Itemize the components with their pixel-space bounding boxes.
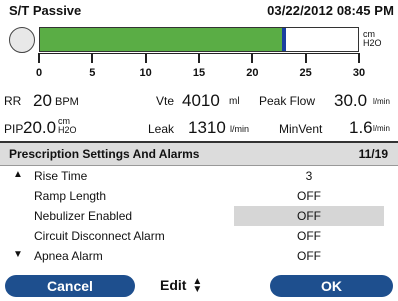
pressure-bar-fill	[40, 28, 284, 51]
ok-button[interactable]: OK	[270, 275, 393, 297]
min-vent-label: MinVent	[279, 122, 323, 136]
min-vent-unit: l/min	[373, 124, 390, 133]
scale-tick	[198, 53, 200, 63]
list-item-ramp-length[interactable]: Ramp Length OFF	[0, 186, 398, 206]
rr-value: 20	[33, 91, 52, 110]
setting-value: OFF	[297, 189, 321, 203]
scale-tick	[304, 53, 307, 63]
readouts-panel: RR 20 BPM Vte 4010 ml Peak Flow 30.0 l/m…	[0, 85, 398, 141]
scale-tick-label: 25	[299, 67, 312, 79]
list-item-nebulizer-enabled[interactable]: Nebulizer Enabled OFF	[0, 206, 398, 226]
setting-value: OFF	[297, 209, 321, 223]
min-vent-value: 1.6	[349, 118, 373, 137]
section-title: Prescription Settings And Alarms	[9, 147, 200, 161]
setting-label: Rise Time	[34, 169, 88, 183]
peak-flow-value: 30.0	[334, 91, 368, 110]
pip-unit: cm H2O	[58, 116, 77, 135]
scale-tick-label: 30	[352, 67, 366, 79]
scale-tick	[358, 53, 360, 63]
leak-unit: l/min	[230, 124, 250, 134]
pip-label: PIP	[4, 122, 24, 136]
scroll-down-icon: ▼	[13, 249, 23, 260]
pressure-bar-marker	[281, 28, 286, 51]
pressure-bar	[39, 27, 359, 52]
setting-label: Apnea Alarm	[34, 249, 103, 263]
pressure-unit: cm H2O	[363, 29, 382, 48]
rr-label: RR	[4, 94, 22, 108]
scale-tick-label: 15	[192, 67, 206, 79]
leak-label: Leak	[148, 122, 175, 136]
scale-tick	[91, 53, 94, 63]
rr-unit: BPM	[55, 96, 79, 108]
header: S/T Passive 03/22/2012 08:45 PM	[0, 0, 398, 22]
up-down-arrow-icon: ▲ ▼	[192, 276, 203, 296]
scale-tick-label: 10	[139, 67, 152, 79]
list-item-apnea-alarm[interactable]: ▼ Apnea Alarm OFF	[0, 246, 398, 266]
edit-control[interactable]: Edit ▲ ▼	[160, 276, 203, 296]
settings-list: ▲ Rise Time 3 Ramp Length OFF Nebulizer …	[0, 166, 398, 271]
bottom-bar: Cancel Edit ▲ ▼ OK	[0, 273, 398, 301]
scale-tick-label: 20	[246, 67, 259, 79]
vte-value: 4010	[182, 91, 220, 110]
scale-tick-label: 0	[35, 67, 43, 79]
setting-value: 3	[305, 169, 313, 183]
scroll-up-icon: ▲	[13, 169, 23, 180]
scale-tick	[38, 53, 40, 63]
peak-flow-label: Peak Flow	[259, 94, 316, 108]
cancel-button[interactable]: Cancel	[5, 275, 135, 297]
list-item-circuit-disconnect-alarm[interactable]: Circuit Disconnect Alarm OFF	[0, 226, 398, 246]
scale-tick	[144, 53, 147, 63]
setting-label: Nebulizer Enabled	[34, 209, 133, 223]
scale-tick-label: 5	[89, 67, 96, 79]
setting-value: OFF	[297, 249, 321, 263]
list-item-rise-time[interactable]: ▲ Rise Time 3	[0, 166, 398, 186]
vte-label: Vte	[156, 94, 175, 108]
setting-value: OFF	[297, 229, 321, 243]
leak-value: 1310	[188, 118, 226, 137]
page-count: 11/19	[358, 147, 388, 161]
scale-tick	[251, 53, 254, 63]
date-time: 03/22/2012 08:45 PM	[267, 3, 394, 18]
breath-indicator-icon	[9, 27, 35, 53]
ventilation-mode: S/T Passive	[9, 3, 82, 18]
peak-flow-unit: l/min	[373, 97, 390, 106]
setting-label: Ramp Length	[34, 189, 107, 203]
vte-unit: ml	[229, 96, 240, 107]
edit-label: Edit	[160, 277, 187, 293]
section-header: Prescription Settings And Alarms 11/19	[0, 143, 398, 166]
pip-value: 20.0	[23, 118, 57, 137]
setting-label: Circuit Disconnect Alarm	[34, 229, 165, 243]
